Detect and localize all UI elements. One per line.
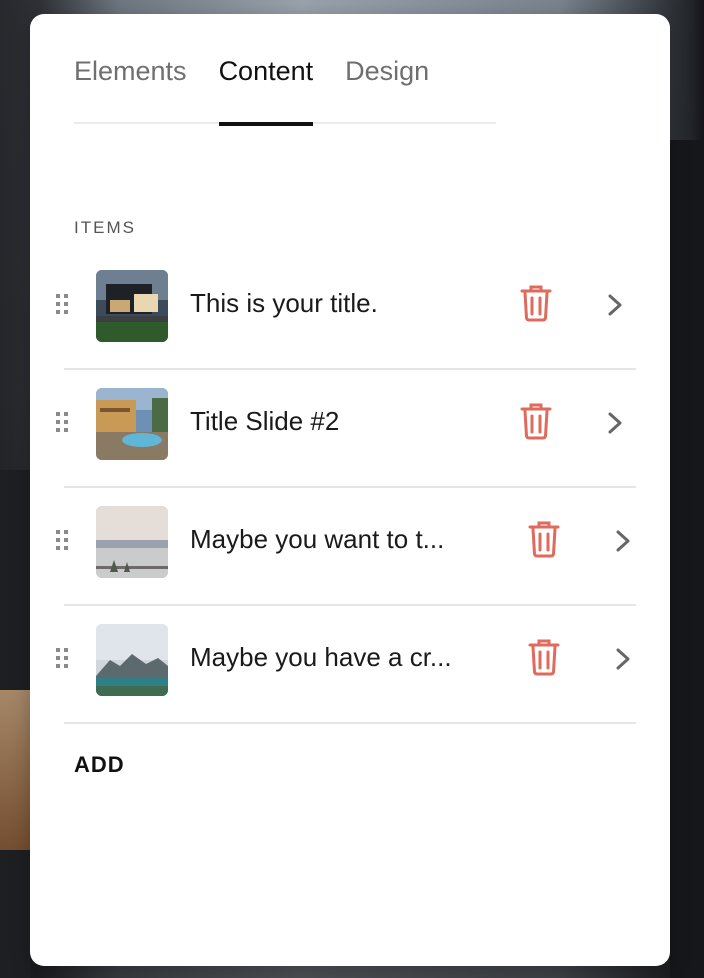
drag-handle-icon[interactable] bbox=[56, 648, 70, 670]
chevron-right-icon[interactable] bbox=[614, 646, 632, 672]
tab-bar: Elements Content Design bbox=[74, 52, 496, 126]
item-title: This is your title. bbox=[190, 288, 378, 318]
chevron-right-icon[interactable] bbox=[606, 292, 624, 318]
trash-icon[interactable] bbox=[520, 402, 552, 440]
item-thumbnail bbox=[96, 270, 168, 342]
background-building-light bbox=[0, 690, 30, 850]
drag-handle-icon[interactable] bbox=[56, 294, 70, 316]
chevron-right-icon[interactable] bbox=[614, 528, 632, 554]
item-title: Maybe you have a cr... bbox=[190, 642, 452, 672]
chevron-right-icon[interactable] bbox=[606, 410, 624, 436]
trash-icon[interactable] bbox=[528, 520, 560, 558]
list-item[interactable]: This is your title. bbox=[30, 252, 670, 370]
item-title: Maybe you want to t... bbox=[190, 524, 445, 554]
tab-elements[interactable]: Elements bbox=[74, 52, 187, 124]
editor-panel: Elements Content Design ITEMS This is yo… bbox=[30, 14, 670, 966]
tab-content[interactable]: Content bbox=[218, 52, 313, 126]
divider bbox=[64, 722, 636, 724]
list-item[interactable]: Maybe you want to t... bbox=[30, 488, 670, 606]
list-item[interactable]: Maybe you have a cr... bbox=[30, 606, 670, 724]
trash-icon[interactable] bbox=[528, 638, 560, 676]
item-thumbnail bbox=[96, 624, 168, 696]
trash-icon[interactable] bbox=[520, 284, 552, 322]
list-item[interactable]: Title Slide #2 bbox=[30, 370, 670, 488]
item-thumbnail bbox=[96, 388, 168, 460]
tab-design[interactable]: Design bbox=[345, 52, 429, 124]
item-title: Title Slide #2 bbox=[190, 406, 340, 436]
drag-handle-icon[interactable] bbox=[56, 412, 70, 434]
drag-handle-icon[interactable] bbox=[56, 530, 70, 552]
add-item-button[interactable]: ADD bbox=[74, 752, 125, 778]
item-thumbnail bbox=[96, 506, 168, 578]
items-section-label: ITEMS bbox=[74, 218, 136, 237]
background-trees bbox=[670, 140, 704, 978]
